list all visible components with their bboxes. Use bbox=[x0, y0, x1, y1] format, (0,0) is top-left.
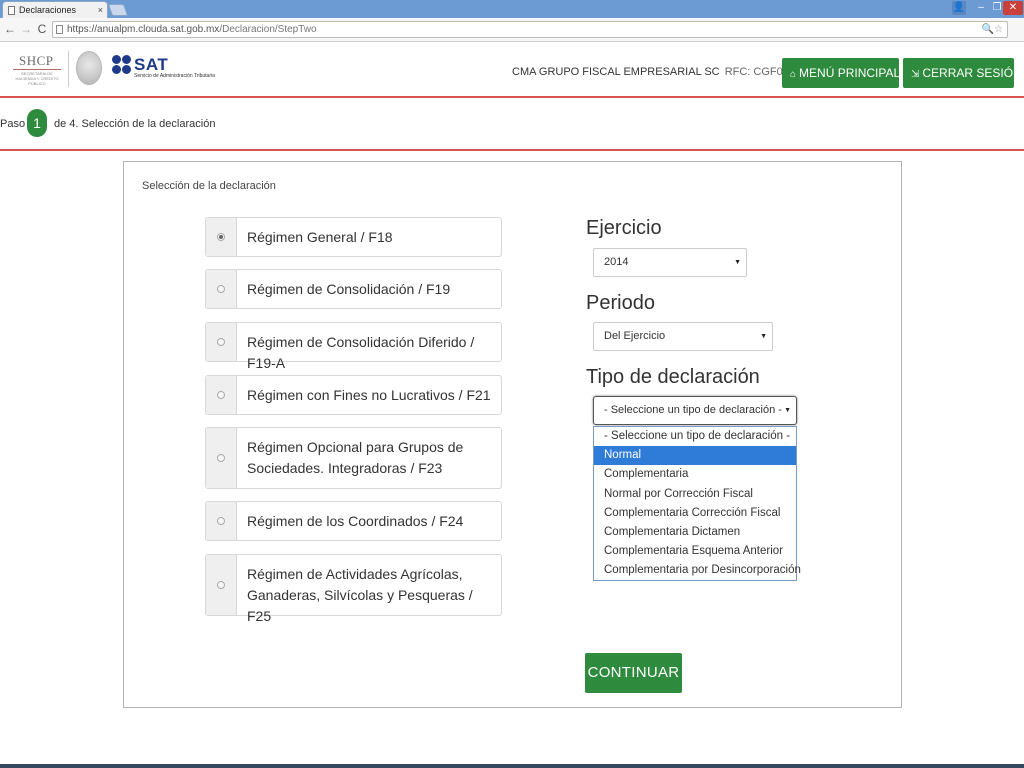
document-icon bbox=[8, 6, 15, 15]
regime-option[interactable]: Régimen de Actividades Agrícolas, Ganade… bbox=[205, 554, 502, 624]
taskbar-edge bbox=[0, 764, 1024, 768]
url-path: /Declaracion/StepTwo bbox=[219, 24, 317, 35]
dropdown-option[interactable]: Complementaria Corrección Fiscal bbox=[594, 504, 796, 523]
periodo-heading: Periodo bbox=[586, 292, 655, 314]
radio-cell bbox=[206, 323, 237, 361]
shcp-logo-line bbox=[13, 69, 61, 70]
regime-option[interactable]: Régimen Opcional para Grupos de Sociedad… bbox=[205, 427, 502, 489]
dropdown-option[interactable]: Complementaria por Desincorporación bbox=[594, 561, 801, 580]
address-bar-row: ← → C https://anualpm.clouda.sat.gob.mx/… bbox=[0, 18, 1024, 55]
regime-option[interactable]: Régimen General / F18 bbox=[205, 217, 502, 257]
periodo-select[interactable]: Del Ejercicio ▼ bbox=[593, 322, 773, 351]
radio-cell bbox=[206, 555, 237, 615]
tipo-declaracion-heading: Tipo de declaración bbox=[586, 366, 760, 388]
browser-titlebar: Declaraciones Anuales × 👤 – ❐ ✕ bbox=[0, 0, 1024, 31]
radio-button[interactable] bbox=[217, 454, 225, 462]
radio-button[interactable] bbox=[217, 338, 225, 346]
radio-cell bbox=[206, 428, 237, 488]
forward-arrow-icon[interactable]: → bbox=[19, 22, 33, 36]
regime-label: Régimen de Consolidación / F19 bbox=[247, 281, 451, 297]
radio-button[interactable] bbox=[217, 391, 225, 399]
radio-button[interactable] bbox=[217, 285, 225, 293]
tab-close-icon[interactable]: × bbox=[98, 2, 103, 18]
user-profile-icon[interactable]: 👤 bbox=[952, 1, 966, 15]
ejercicio-value: 2014 bbox=[604, 256, 629, 268]
dropdown-option[interactable]: Complementaria Dictamen bbox=[594, 523, 796, 542]
regime-option[interactable]: Régimen de los Coordinados / F24 bbox=[205, 501, 502, 541]
logout-icon: ⇲ bbox=[911, 69, 920, 80]
new-tab-button[interactable] bbox=[107, 4, 129, 16]
url-input[interactable]: https://anualpm.clouda.sat.gob.mx/Declar… bbox=[52, 21, 1008, 38]
dropdown-option[interactable]: Complementaria Esquema Anterior bbox=[594, 542, 796, 561]
regime-label: Régimen General / F18 bbox=[247, 229, 393, 245]
radio-button[interactable] bbox=[217, 517, 225, 525]
dropdown-option[interactable]: Complementaria bbox=[594, 465, 796, 484]
chevron-down-icon: ▼ bbox=[784, 407, 791, 414]
sat-logo-text: SAT bbox=[134, 55, 169, 74]
chevron-down-icon: ▼ bbox=[760, 333, 767, 340]
tipo-declaracion-select[interactable]: - Seleccione un tipo de declaración - ▼ bbox=[593, 396, 797, 425]
radio-cell bbox=[206, 502, 237, 540]
radio-cell bbox=[206, 270, 237, 308]
regime-label: Régimen con Fines no Lucrativos / F21 bbox=[247, 387, 491, 403]
shcp-logo-text: SHCP bbox=[19, 53, 54, 68]
tipo-declaracion-value: - Seleccione un tipo de declaración - bbox=[604, 404, 782, 416]
step-number-badge: 1 bbox=[27, 109, 47, 137]
chevron-down-icon: ▼ bbox=[734, 259, 741, 266]
radio-cell bbox=[206, 376, 237, 414]
header-divider bbox=[68, 51, 69, 87]
regime-option[interactable]: Régimen de Consolidación / F19 bbox=[205, 269, 502, 309]
radio-button[interactable] bbox=[217, 233, 225, 241]
dropdown-option[interactable]: Normal por Corrección Fiscal bbox=[594, 485, 796, 504]
site-header: SHCP SECRETARÍA DE HACIENDA Y CRÉDITO PÚ… bbox=[0, 43, 1024, 98]
url-main: https://anualpm.clouda.sat.gob.mx bbox=[67, 24, 220, 35]
dropdown-option-highlighted[interactable]: Normal bbox=[594, 446, 796, 466]
periodo-value: Del Ejercicio bbox=[604, 330, 666, 342]
logout-label: CERRAR SESIÓN bbox=[922, 66, 1022, 80]
sat-logo: SAT Servicio de Administración Tributari… bbox=[112, 55, 222, 83]
main-menu-label: MENÚ PRINCIPAL bbox=[799, 66, 901, 80]
step-indicator: Paso 1 de 4. Selección de la declaración bbox=[0, 99, 1024, 151]
regime-label: Régimen de los Coordinados / F24 bbox=[247, 513, 464, 529]
main-menu-button[interactable]: ⌂ MENÚ PRINCIPAL bbox=[782, 58, 901, 88]
zoom-star-icons[interactable]: 🔍☆ bbox=[982, 22, 1003, 37]
ejercicio-select[interactable]: 2014 ▼ bbox=[593, 248, 747, 277]
page-icon bbox=[56, 25, 63, 34]
tipo-declaracion-dropdown: - Seleccione un tipo de declaración - No… bbox=[593, 426, 801, 581]
ejercicio-heading: Ejercicio bbox=[586, 217, 662, 239]
company-name: CMA GRUPO FISCAL EMPRESARIAL SC bbox=[512, 66, 720, 78]
home-icon: ⌂ bbox=[790, 69, 797, 80]
shcp-logo: SHCP SECRETARÍA DE HACIENDA Y CRÉDITO PÚ… bbox=[11, 53, 63, 86]
continue-button[interactable]: CONTINUAR bbox=[585, 653, 682, 693]
declaration-selection-card: Selección de la declaración Régimen Gene… bbox=[123, 161, 902, 708]
sat-dots-icon bbox=[112, 55, 132, 79]
reload-icon[interactable]: C bbox=[35, 22, 49, 36]
shcp-logo-subtitle: SECRETARÍA DE HACIENDA Y CRÉDITO PÚBLICO bbox=[15, 71, 59, 86]
sat-logo-subtitle: Servicio de Administración Tributaria bbox=[134, 73, 215, 79]
regime-label: Régimen de Actividades Agrícolas, Ganade… bbox=[247, 566, 473, 624]
regime-option[interactable]: Régimen de Consolidación Diferido / F19-… bbox=[205, 322, 502, 371]
national-seal-icon bbox=[76, 51, 102, 85]
regime-option[interactable]: Régimen con Fines no Lucrativos / F21 bbox=[205, 375, 502, 415]
step-prefix: Paso bbox=[0, 118, 26, 130]
dropdown-option[interactable]: - Seleccione un tipo de declaración - bbox=[594, 427, 796, 446]
card-title: Selección de la declaración bbox=[142, 180, 276, 192]
browser-tab[interactable]: Declaraciones Anuales × bbox=[2, 1, 108, 31]
radio-cell bbox=[206, 218, 237, 256]
regime-label: Régimen de Consolidación Diferido / F19-… bbox=[247, 334, 475, 371]
back-arrow-icon[interactable]: ← bbox=[3, 22, 17, 36]
logout-button[interactable]: ⇲ CERRAR SESIÓN bbox=[903, 58, 1022, 88]
radio-button[interactable] bbox=[217, 581, 225, 589]
close-window-button[interactable]: ✕ bbox=[1003, 1, 1023, 15]
regime-label: Régimen Opcional para Grupos de Sociedad… bbox=[247, 439, 464, 476]
step-description: de 4. Selección de la declaración bbox=[54, 118, 216, 130]
